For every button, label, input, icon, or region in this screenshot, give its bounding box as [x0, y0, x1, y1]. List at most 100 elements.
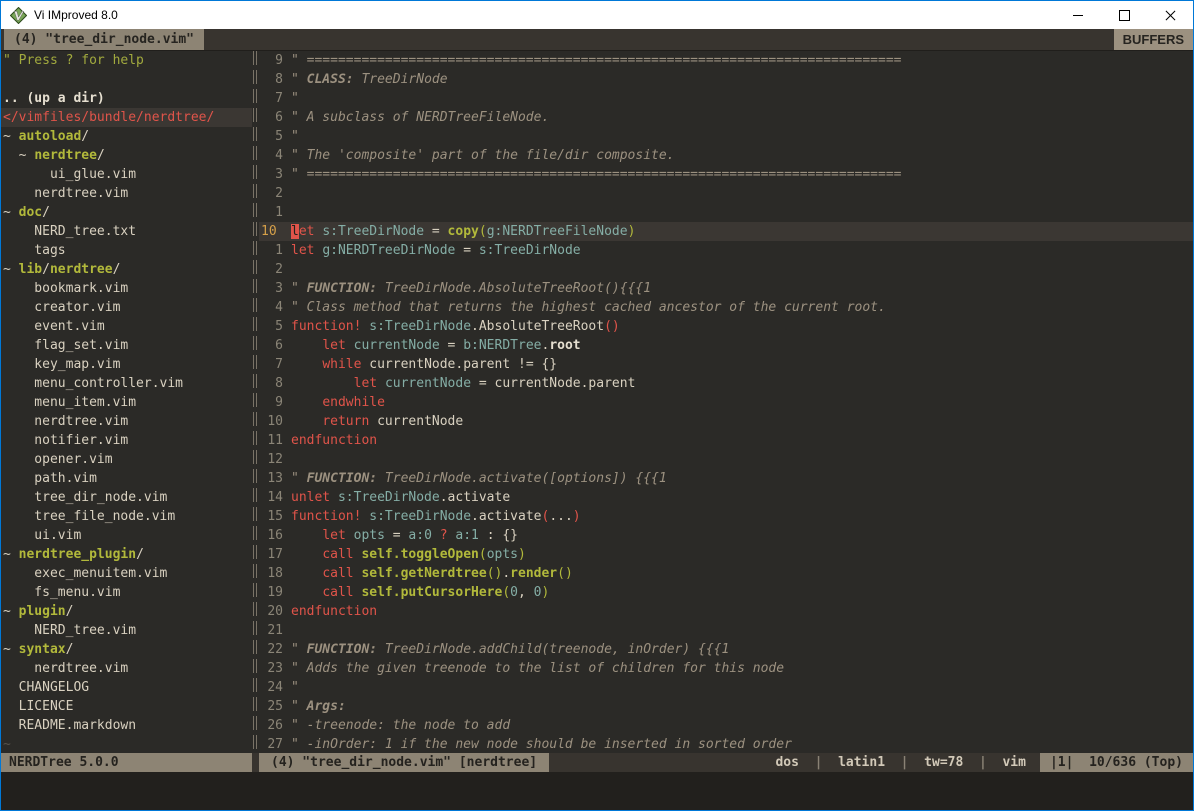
tree-row[interactable]: README.markdown [1, 716, 252, 735]
text-span: let [291, 243, 314, 258]
code-row[interactable]: 25" Args: [259, 697, 1193, 716]
tree-row[interactable]: exec_menuitem.vim [1, 564, 252, 583]
code-row[interactable]: 15function! s:TreeDirNode.activate(...) [259, 507, 1193, 526]
code-row[interactable]: 3" FUNCTION: TreeDirNode.AbsoluteTreeRoo… [259, 279, 1193, 298]
code-row[interactable]: 6" A subclass of NERDTreeFileNode. [259, 108, 1193, 127]
code-row[interactable]: 6 let currentNode = b:NERDTree.root [259, 336, 1193, 355]
tree-row[interactable] [1, 70, 252, 89]
tree-row[interactable]: ~ doc/ [1, 203, 252, 222]
tree-row[interactable]: nerdtree.vim [1, 412, 252, 431]
text-span: " [291, 129, 299, 144]
text-span: .activate [440, 490, 510, 505]
tree-row[interactable]: .. (up a dir) [1, 89, 252, 108]
code-text: " [283, 127, 299, 146]
tree-row[interactable]: ui.vim [1, 526, 252, 545]
code-row[interactable]: 20endfunction [259, 602, 1193, 621]
tree-row[interactable]: event.vim [1, 317, 252, 336]
title-bar[interactable]: Vi IMproved 8.0 [1, 1, 1193, 29]
line-number: 5 [259, 127, 283, 146]
code-row[interactable]: 19 call self.putCursorHere(0, 0) [259, 583, 1193, 602]
code-row[interactable]: 7 while currentNode.parent != {} [259, 355, 1193, 374]
code-row[interactable]: 23" Adds the given treenode to the list … [259, 659, 1193, 678]
tab-tree-dir-node[interactable]: (4) "tree_dir_node.vim" [4, 29, 204, 50]
tree-row[interactable]: ui_glue.vim [1, 165, 252, 184]
tree-row[interactable]: " Press ? for help [1, 51, 252, 70]
code-row[interactable]: 10 return currentNode [259, 412, 1193, 431]
code-row[interactable]: 1 [259, 203, 1193, 222]
code-row[interactable]: 24" [259, 678, 1193, 697]
tree-row[interactable]: creator.vim [1, 298, 252, 317]
tree-row[interactable]: opener.vim [1, 450, 252, 469]
code-row[interactable]: 12 [259, 450, 1193, 469]
code-row[interactable]: 8 let currentNode = currentNode.parent [259, 374, 1193, 393]
text-span: currentNode [369, 414, 463, 429]
code-row[interactable]: 16 let opts = a:0 ? a:1 : {} [259, 526, 1193, 545]
tree-row[interactable]: path.vim [1, 469, 252, 488]
code-row[interactable]: 5function! s:TreeDirNode.AbsoluteTreeRoo… [259, 317, 1193, 336]
code-row[interactable]: 7" [259, 89, 1193, 108]
code-row[interactable]: 22" FUNCTION: TreeDirNode.addChild(treen… [259, 640, 1193, 659]
tree-row[interactable]: ~ nerdtree_plugin/ [1, 545, 252, 564]
code-row[interactable]: 2 [259, 260, 1193, 279]
tree-row[interactable]: key_map.vim [1, 355, 252, 374]
text-span: lib [19, 262, 42, 277]
tree-row[interactable]: ~ nerdtree/ [1, 146, 252, 165]
code-row[interactable]: 5" [259, 127, 1193, 146]
maximize-button[interactable] [1101, 1, 1147, 29]
command-line[interactable] [1, 772, 1193, 811]
tree-row[interactable]: notifier.vim [1, 431, 252, 450]
minimize-button[interactable] [1055, 1, 1101, 29]
line-number: 8 [259, 70, 283, 89]
tree-row[interactable]: tags [1, 241, 252, 260]
line-number: 4 [259, 298, 283, 317]
tree-row[interactable]: NERD_tree.vim [1, 621, 252, 640]
status-info-item: vim [1002, 755, 1025, 770]
status-gap [252, 753, 259, 772]
tree-row[interactable]: tree_dir_node.vim [1, 488, 252, 507]
tree-row[interactable]: bookmark.vim [1, 279, 252, 298]
tree-row[interactable]: fs_menu.vim [1, 583, 252, 602]
code-row[interactable]: 9 endwhile [259, 393, 1193, 412]
tree-row[interactable]: LICENCE [1, 697, 252, 716]
code-row[interactable]: 21 [259, 621, 1193, 640]
tree-row[interactable]: ~ autoload/ [1, 127, 252, 146]
editor-buffer[interactable]: 9" =====================================… [259, 51, 1193, 753]
text-span: / [136, 547, 144, 562]
code-row[interactable]: 11endfunction [259, 431, 1193, 450]
tree-row[interactable]: CHANGELOG [1, 678, 252, 697]
tree-row[interactable]: NERD_tree.txt [1, 222, 252, 241]
tree-row[interactable]: tree_file_node.vim [1, 507, 252, 526]
text-span: notifier.vim [3, 433, 128, 448]
code-text: let currentNode = b:NERDTree.root [283, 336, 581, 355]
tree-row[interactable]: ~ syntax/ [1, 640, 252, 659]
tree-row[interactable]: menu_controller.vim [1, 374, 252, 393]
text-span [291, 376, 354, 391]
tree-row[interactable]: ~ lib/nerdtree/ [1, 260, 252, 279]
tree-row[interactable]: ~ plugin/ [1, 602, 252, 621]
code-row[interactable]: 26" -treenode: the node to add [259, 716, 1193, 735]
code-row[interactable]: 4" The 'composite' part of the file/dir … [259, 146, 1193, 165]
code-row[interactable]: 14unlet s:TreeDirNode.activate [259, 488, 1193, 507]
code-row[interactable]: 13" FUNCTION: TreeDirNode.activate([opti… [259, 469, 1193, 488]
code-row[interactable]: 4" Class method that returns the highest… [259, 298, 1193, 317]
tree-row[interactable]: </vimfiles/bundle/nerdtree/ [1, 108, 252, 127]
text-span: ~ [3, 642, 19, 657]
tree-row[interactable]: nerdtree.vim [1, 184, 252, 203]
code-row[interactable]: 17 call self.toggleOpen(opts) [259, 545, 1193, 564]
window-split-handle[interactable] [252, 51, 259, 753]
code-row[interactable]: 8" CLASS: TreeDirNode [259, 70, 1193, 89]
code-row[interactable]: 2 [259, 184, 1193, 203]
tree-row[interactable]: menu_item.vim [1, 393, 252, 412]
tree-row[interactable]: ~ [1, 735, 252, 753]
text-span: self.getNerdtree [361, 566, 486, 581]
code-row[interactable]: 1let g:NERDTreeDirNode = s:TreeDirNode [259, 241, 1193, 260]
close-button[interactable] [1147, 1, 1193, 29]
text-span [377, 376, 385, 391]
code-row[interactable]: 10let s:TreeDirNode = copy(g:NERDTreeFil… [259, 222, 1193, 241]
code-row[interactable]: 3" =====================================… [259, 165, 1193, 184]
code-row[interactable]: 27" -inOrder: 1 if the new node should b… [259, 735, 1193, 753]
code-row[interactable]: 9" =====================================… [259, 51, 1193, 70]
tree-row[interactable]: flag_set.vim [1, 336, 252, 355]
code-row[interactable]: 18 call self.getNerdtree().render() [259, 564, 1193, 583]
tree-row[interactable]: nerdtree.vim [1, 659, 252, 678]
